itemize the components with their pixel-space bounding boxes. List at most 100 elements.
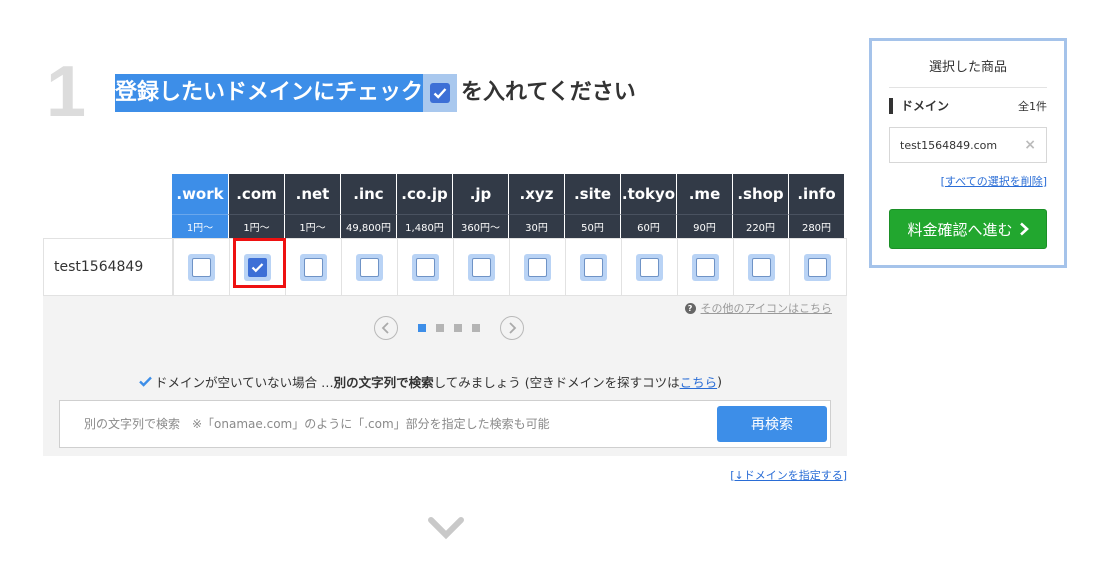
other-icons-link[interactable]: その他のアイコンはこちら [701, 300, 832, 316]
checkbox-empty-icon [416, 257, 435, 277]
chevron-right-icon [1019, 222, 1029, 236]
domain-row: test1564849 [43, 238, 847, 296]
cart-title: 選択した商品 [928, 60, 1007, 75]
tld-header: .shop [732, 174, 788, 214]
checkmark-icon [139, 376, 152, 387]
tld-checkbox-cell [565, 239, 621, 295]
research-box: 再検索 [59, 400, 831, 448]
tld-header: .tokyo [620, 174, 676, 214]
tld-checkbox[interactable] [692, 253, 719, 281]
tld-checkbox[interactable] [468, 253, 495, 281]
chevron-right-icon [509, 322, 517, 334]
tld-checkbox-cell [285, 239, 341, 295]
tld-price: 50円 [564, 214, 620, 238]
checkbox-empty-icon [472, 257, 491, 277]
tld-price-row: 1円〜 1円〜 1円〜 49,800円 1,480円 360円〜 30円 50円 60円 90円 2… [43, 214, 847, 238]
pager-dot[interactable] [454, 324, 462, 332]
pager-dots [418, 324, 480, 332]
tld-price: 1,480円 [396, 214, 452, 238]
tld-checkbox-cell [173, 239, 229, 295]
tld-checkbox-cell [453, 239, 509, 295]
specify-domain-link[interactable]: ↓ドメインを指定する [734, 469, 842, 482]
tld-header: .work [172, 174, 228, 214]
tld-header: .info [788, 174, 844, 214]
cart-section-label: ドメイン [901, 99, 950, 113]
tld-checkbox-cell [677, 239, 733, 295]
tld-price: 30円 [508, 214, 564, 238]
checkbox-empty-icon [192, 257, 211, 277]
cart-domain-section: ドメイン 全1件 [889, 97, 1047, 114]
tld-checkbox-cell [789, 239, 845, 295]
search-hint: ドメインが空いていない場合 … 別の文字列で検索 してみましょう (空きドメイン… [139, 372, 722, 391]
cart-count: 全1件 [1018, 99, 1047, 113]
pager-dot[interactable] [418, 324, 426, 332]
tld-checkbox[interactable] [524, 253, 551, 281]
tld-checkbox[interactable] [804, 253, 831, 281]
checkbox-empty-icon [528, 257, 547, 277]
tld-price: 360円〜 [452, 214, 508, 238]
pager-dot[interactable] [472, 324, 480, 332]
tld-checkbox-cell [341, 239, 397, 295]
tld-header: .co.jp [396, 174, 452, 214]
heading-rest: を入れてください [461, 80, 636, 105]
tld-checkbox-cell [509, 239, 565, 295]
tld-price: 90円 [676, 214, 732, 238]
selected-items-panel: 選択した商品 ドメイン 全1件 test1564849.com × [すべての選… [869, 38, 1067, 268]
tld-checkbox[interactable] [356, 253, 383, 281]
selected-checkbox-highlight [233, 238, 286, 288]
price-confirm-button[interactable]: 料金確認へ進む [889, 209, 1047, 249]
prev-page-button[interactable] [374, 316, 398, 340]
research-button[interactable]: 再検索 [717, 406, 827, 442]
tld-header: .inc [340, 174, 396, 214]
tld-checkbox-cell [621, 239, 677, 295]
next-page-button[interactable] [500, 316, 524, 340]
tld-checkbox[interactable] [636, 253, 663, 281]
heading-check-highlight [423, 74, 458, 112]
chevron-down-icon [428, 516, 464, 544]
tld-price: 1円〜 [172, 214, 228, 238]
cart-item: test1564849.com × [889, 127, 1047, 163]
question-icon: ? [684, 302, 696, 314]
tld-checkbox[interactable] [300, 253, 327, 281]
search-tips-link[interactable]: こちら [680, 372, 718, 391]
tld-header: .jp [452, 174, 508, 214]
checkbox-empty-icon [640, 257, 659, 277]
tld-header-row: .work .com .net .inc .co.jp .jp .xyz .site .toky… [43, 174, 847, 214]
tld-header: .site [564, 174, 620, 214]
tld-header: .xyz [508, 174, 564, 214]
checkbox-empty-icon [696, 257, 715, 277]
clear-selection-link-wrap: [すべての選択を削除] [940, 175, 1047, 188]
chevron-left-icon [381, 322, 389, 334]
tld-checkbox[interactable] [580, 253, 607, 281]
pager-dot[interactable] [436, 324, 444, 332]
cart-item-name: test1564849.com [900, 138, 998, 152]
tld-price: 220円 [732, 214, 788, 238]
tld-price: 1円〜 [228, 214, 284, 238]
checkbox-checked-icon [430, 83, 451, 103]
tld-header: .net [284, 174, 340, 214]
tld-checkbox-cell [397, 239, 453, 295]
heading-highlight: 登録したいドメインにチェック [115, 74, 424, 112]
checkbox-empty-icon [360, 257, 379, 277]
clear-selection-link[interactable]: すべての選択を削除 [945, 175, 1043, 188]
tld-price: 49,800円 [340, 214, 396, 238]
other-icons-link-wrap: ? その他のアイコンはこちら [684, 300, 832, 316]
research-input[interactable] [60, 401, 700, 447]
specify-domain-link-wrap: [↓ドメインを指定する] [730, 469, 847, 482]
page-heading: 登録したいドメインにチェック を入れてください [115, 74, 636, 112]
tld-checkbox[interactable] [188, 253, 215, 281]
tld-checkbox-cell [733, 239, 789, 295]
tld-checkbox[interactable] [412, 253, 439, 281]
search-panel: ? その他のアイコンはこちら ドメインが空いていない場合 … 別の文字列で検索 … [43, 296, 847, 456]
tld-price: 60円 [620, 214, 676, 238]
checkbox-empty-icon [808, 257, 827, 277]
tld-header: .me [676, 174, 732, 214]
tld-price: 1円〜 [284, 214, 340, 238]
tld-price: 280円 [788, 214, 844, 238]
remove-item-icon[interactable]: × [1024, 137, 1036, 153]
tld-checkbox[interactable] [748, 253, 775, 281]
tld-header: .com [228, 174, 284, 214]
cart-divider [889, 87, 1047, 88]
checkbox-empty-icon [752, 257, 771, 277]
step-number: 1 [46, 52, 87, 132]
